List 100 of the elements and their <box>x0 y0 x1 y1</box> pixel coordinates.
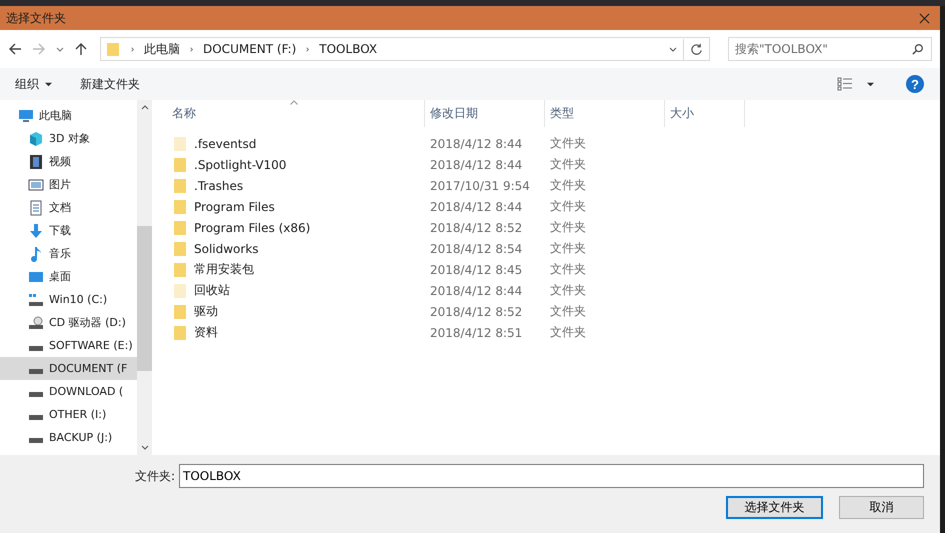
file-name: 回收站 <box>194 282 230 299</box>
file-name: Solidworks <box>194 242 259 256</box>
picture-icon <box>28 176 44 192</box>
up-arrow-icon[interactable] <box>74 42 88 56</box>
chevron-down-icon[interactable] <box>56 45 64 53</box>
file-row[interactable]: .Trashes 2017/10/31 9:54 文件夹 <box>167 175 665 196</box>
chevron-right-icon <box>129 46 136 52</box>
drive-icon <box>28 346 44 351</box>
date-cell-text: 2018/4/12 8:44 <box>429 284 524 298</box>
search-icon <box>912 43 924 55</box>
type-cell-text: 文件夹 <box>549 303 587 320</box>
chevron-right-icon <box>188 46 195 52</box>
document-icon <box>28 200 44 216</box>
sidebar-item[interactable]: OTHER (I:) <box>0 403 137 426</box>
sidebar-item[interactable]: DOCUMENT (F <box>0 357 137 380</box>
caret-icon <box>45 80 52 88</box>
sort-caret-icon <box>290 100 298 105</box>
sidebar-item[interactable]: DOWNLOAD ( <box>0 380 137 403</box>
file-name: Program Files (x86) <box>194 220 310 234</box>
breadcrumb[interactable]: 此电脑 <box>144 40 180 58</box>
file-row[interactable]: Program Files 2018/4/12 8:44 文件夹 <box>167 196 665 217</box>
file-row[interactable]: Program Files (x86) 2018/4/12 8:52 文件夹 <box>167 217 665 238</box>
down-arrow-icon <box>28 222 44 238</box>
sidebar-item[interactable]: 视频 <box>0 150 137 173</box>
help-button[interactable]: ? <box>906 75 924 93</box>
drive-icon <box>28 292 44 308</box>
file-name: Program Files <box>194 200 275 214</box>
file-name: 资料 <box>194 324 218 341</box>
file-row[interactable]: 常用安装包 2018/4/12 8:45 文件夹 <box>167 259 665 280</box>
folder-name-field[interactable]: TOOLBOX <box>179 464 924 488</box>
type-cell-text: 文件夹 <box>549 177 587 194</box>
sidebar-item[interactable]: 桌面 <box>0 265 137 288</box>
file-name: .fseventsd <box>194 136 256 150</box>
file-name: .Trashes <box>194 178 244 192</box>
cd-drive-icon <box>28 314 44 330</box>
file-row[interactable]: Solidworks 2018/4/12 8:54 文件夹 <box>167 238 665 259</box>
breadcrumb[interactable]: DOCUMENT (F:) <box>203 42 296 56</box>
back-arrow-icon[interactable] <box>8 42 22 56</box>
chevron-up-icon[interactable] <box>140 104 148 112</box>
sidebar-item[interactable]: SOFTWARE (E:) <box>0 334 137 357</box>
chevron-down-icon[interactable] <box>140 443 148 451</box>
drive-icon <box>28 392 44 397</box>
file-name: 常用安装包 <box>194 261 254 278</box>
drive-icon <box>28 369 44 374</box>
organize-menu[interactable]: 组织 <box>15 76 39 92</box>
date-cell-text: 2018/4/12 8:52 <box>429 220 524 234</box>
date-cell-text: 2018/4/12 8:44 <box>429 158 524 172</box>
new-folder-button[interactable]: 新建文件夹 <box>80 76 140 92</box>
date-cell-text: 2018/4/12 8:44 <box>429 136 524 150</box>
chevron-down-icon[interactable] <box>669 45 677 53</box>
sidebar-item[interactable]: 3D 对象 <box>0 127 137 150</box>
file-row[interactable]: 驱动 2018/4/12 8:52 文件夹 <box>167 301 665 322</box>
type-cell-text: 文件夹 <box>549 240 587 257</box>
date-cell-text: 2017/10/31 9:54 <box>429 178 531 192</box>
sidebar-item[interactable]: Win10 (C:) <box>0 288 137 311</box>
sidebar-item[interactable]: CD 驱动器 (D:) <box>0 311 137 334</box>
scrollbar[interactable] <box>137 100 152 455</box>
sidebar-item[interactable]: 此电脑 <box>0 104 137 127</box>
column-header[interactable]: 修改日期 <box>425 100 545 127</box>
select-folder-button[interactable]: 选择文件夹 <box>726 496 823 519</box>
sidebar-item[interactable]: 下载 <box>0 219 137 242</box>
sidebar-item[interactable]: 图片 <box>0 173 137 196</box>
close-icon[interactable] <box>919 12 930 24</box>
folder-icon <box>105 41 121 57</box>
type-cell-text: 文件夹 <box>549 261 587 278</box>
type-cell-text: 文件夹 <box>549 198 587 215</box>
file-row[interactable]: .Spotlight-V100 2018/4/12 8:44 文件夹 <box>167 154 665 175</box>
caret-icon[interactable] <box>867 80 874 88</box>
address-bar[interactable]: 此电脑 DOCUMENT (F:) TOOLBOX <box>100 37 710 61</box>
type-cell-text: 文件夹 <box>549 135 587 152</box>
date-cell-text: 2018/4/12 8:45 <box>429 262 524 276</box>
folder-label: 文件夹: <box>134 468 175 484</box>
type-cell-text: 文件夹 <box>549 219 587 236</box>
search-field[interactable]: 搜索"TOOLBOX" <box>728 37 932 61</box>
sidebar-item[interactable]: BACKUP (J:) <box>0 426 137 449</box>
cancel-button[interactable]: 取消 <box>839 496 924 519</box>
scrollbar-thumb[interactable] <box>137 226 152 371</box>
window-title: 选择文件夹 <box>6 10 66 26</box>
file-row[interactable]: .fseventsd 2018/4/12 8:44 文件夹 <box>167 133 665 154</box>
details-view-icon[interactable] <box>837 77 853 91</box>
column-header[interactable]: 类型 <box>545 100 665 127</box>
type-cell-text: 文件夹 <box>549 324 587 341</box>
drive-icon <box>28 415 44 420</box>
date-cell-text: 2018/4/12 8:52 <box>429 304 524 318</box>
chevron-right-icon <box>304 46 312 52</box>
monitor-icon <box>18 108 34 124</box>
column-header[interactable]: 名称 <box>167 100 425 127</box>
file-name: .Spotlight-V100 <box>194 158 286 172</box>
cube-icon <box>28 130 44 146</box>
breadcrumb[interactable]: TOOLBOX <box>319 42 378 56</box>
sidebar-item[interactable]: 音乐 <box>0 242 137 265</box>
type-cell-text: 文件夹 <box>549 282 587 299</box>
date-cell-text: 2018/4/12 8:51 <box>429 326 524 340</box>
column-header[interactable]: 大小 <box>665 100 745 127</box>
file-name: 驱动 <box>194 303 218 320</box>
date-cell-text: 2018/4/12 8:54 <box>429 242 524 256</box>
file-row[interactable]: 资料 2018/4/12 8:51 文件夹 <box>167 322 665 343</box>
sidebar-item[interactable]: 文档 <box>0 196 137 219</box>
file-row[interactable]: 回收站 2018/4/12 8:44 文件夹 <box>167 280 665 301</box>
drive-icon <box>28 438 44 443</box>
